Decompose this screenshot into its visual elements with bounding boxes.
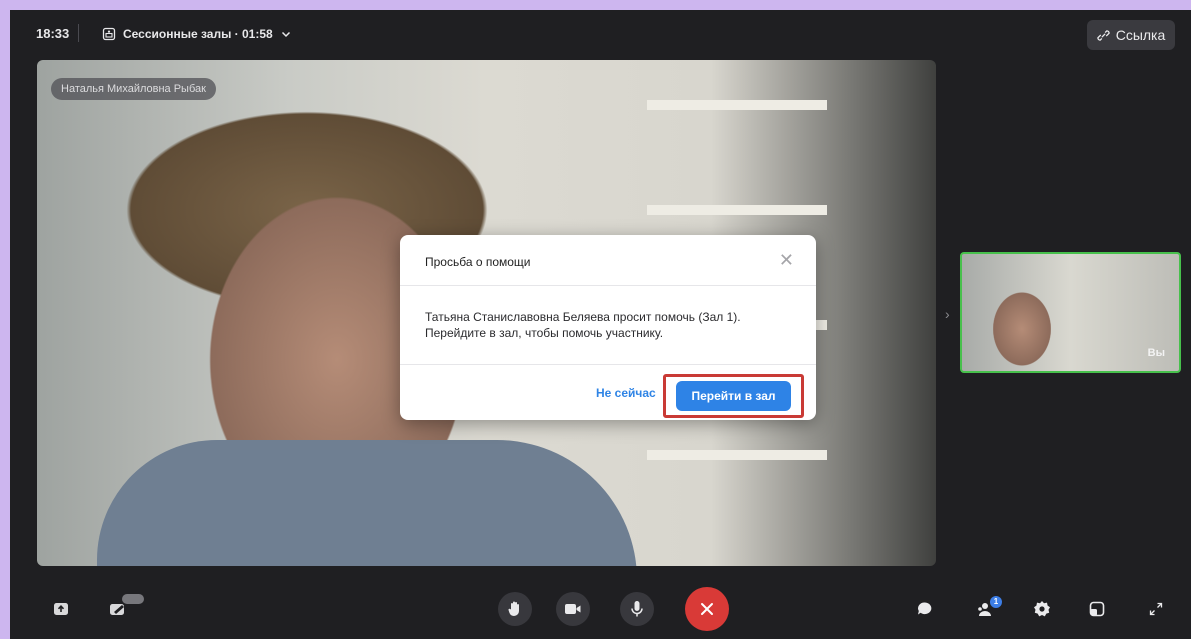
dialog-message-line: Перейдите в зал, чтобы помочь участнику. [425, 326, 664, 340]
help-request-dialog: Просьба о помощи ✕ Татьяна Станиславовна… [400, 235, 816, 420]
gear-icon [1034, 601, 1050, 617]
layout-icon [1089, 601, 1105, 617]
control-bar: 1 [10, 578, 1191, 639]
dialog-message: Татьяна Станиславовна Беляева просит пом… [425, 309, 795, 341]
microphone-icon [631, 601, 643, 617]
participant-shirt [97, 440, 637, 566]
breakout-rooms-label: Сессионные залы · 01:58 [123, 27, 273, 41]
share-screen-button[interactable] [46, 594, 76, 624]
shelf [647, 450, 827, 460]
raise-hand-button[interactable] [498, 592, 532, 626]
copy-link-button[interactable]: Ссылка [1087, 20, 1175, 50]
upload-icon [54, 603, 68, 615]
beta-badge [122, 594, 144, 604]
hand-icon [508, 601, 519, 616]
settings-button[interactable] [1027, 594, 1057, 624]
dialog-message-line: Татьяна Станиславовна Беляева просит пом… [425, 310, 741, 324]
not-now-button[interactable]: Не сейчас [596, 386, 656, 400]
breakout-rooms-dropdown[interactable]: Сессионные залы · 01:58 [102, 22, 292, 46]
microphone-button[interactable] [620, 592, 654, 626]
copy-link-label: Ссылка [1115, 27, 1166, 43]
rooms-icon [102, 27, 116, 41]
self-video-tile[interactable]: Вы [960, 252, 1181, 373]
participant-name-badge: Наталья Михайловна Рыбак [51, 78, 216, 100]
end-call-button[interactable] [685, 587, 729, 631]
chat-icon [918, 602, 932, 615]
participants-button[interactable]: 1 [972, 594, 1002, 624]
camera-button[interactable] [556, 592, 590, 626]
dialog-title: Просьба о помощи [425, 255, 531, 269]
expand-icon [1149, 602, 1163, 616]
chevron-right-icon[interactable]: › [945, 306, 950, 322]
chevron-down-icon [281, 31, 290, 38]
participants-count-badge: 1 [990, 596, 1002, 608]
camera-icon [565, 604, 581, 614]
divider [78, 24, 79, 42]
go-to-room-button[interactable]: Перейти в зал [676, 381, 791, 411]
chat-button[interactable] [910, 594, 940, 624]
close-icon[interactable]: ✕ [779, 250, 794, 271]
shelf [647, 100, 827, 110]
top-bar: 18:33 Сессионные залы · 01:58 Ссылка [10, 10, 1191, 58]
dialog-divider [400, 285, 816, 286]
shelf [647, 205, 827, 215]
whiteboard-button[interactable] [104, 594, 144, 624]
conference-app: 18:33 Сессионные залы · 01:58 Ссылка Нат… [10, 10, 1191, 639]
link-icon [1096, 29, 1110, 41]
close-icon [701, 603, 713, 615]
meeting-time: 18:33 [36, 26, 70, 41]
fullscreen-button[interactable] [1141, 594, 1171, 624]
dialog-divider [400, 364, 816, 365]
self-label: Вы [1147, 347, 1165, 359]
layout-button[interactable] [1082, 594, 1112, 624]
